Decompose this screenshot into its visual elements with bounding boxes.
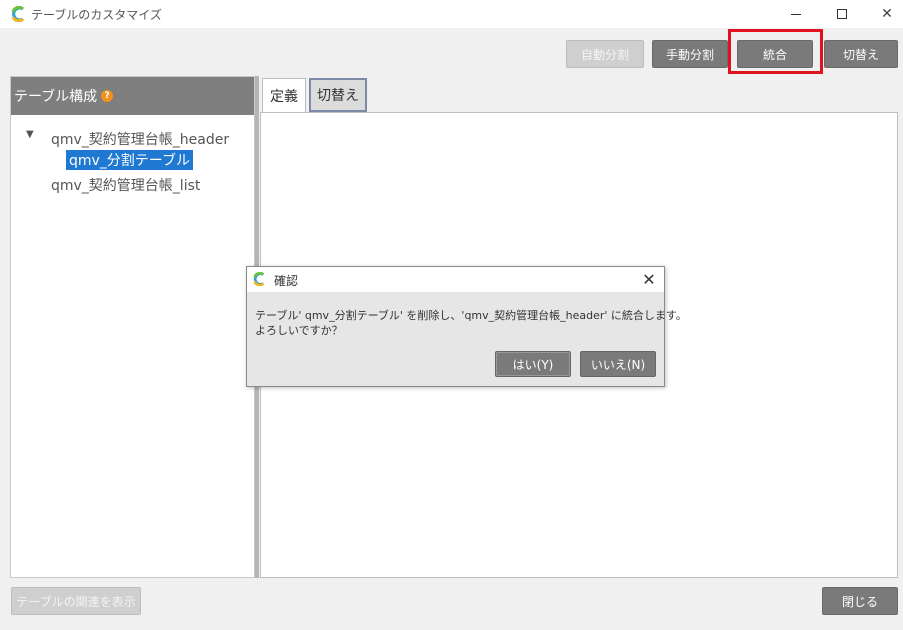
confirm-dialog: 確認 ✕ テーブル' qmv_分割テーブル' を削除し、'qmv_契約管理台帳_…	[246, 266, 687, 387]
tab-definition[interactable]: 定義	[262, 78, 306, 112]
tree-item-header[interactable]: qmv_契約管理台帳_header	[51, 129, 229, 149]
help-icon[interactable]: ?	[101, 90, 114, 102]
window-titlebar: テーブルのカスタマイズ ✕	[0, 0, 903, 28]
close-button[interactable]: 閉じる	[822, 587, 898, 615]
tree-item-list[interactable]: qmv_契約管理台帳_list	[51, 175, 200, 195]
dialog-message: テーブル' qmv_分割テーブル' を削除し、'qmv_契約管理台帳_heade…	[255, 308, 687, 338]
tree-item-split-table[interactable]: qmv_分割テーブル	[66, 150, 193, 170]
table-structure-label: テーブル構成	[14, 89, 98, 105]
tab-switch[interactable]: 切替え	[309, 78, 367, 112]
dialog-close-button[interactable]: ✕	[634, 267, 664, 292]
table-structure-panel: テーブル構成 ? ▼ qmv_契約管理台帳_header qmv_分割テーブル …	[10, 76, 255, 578]
minimize-button[interactable]	[773, 0, 819, 28]
show-relations-button[interactable]: テーブルの関連を表示	[11, 587, 141, 615]
table-structure-header: テーブル構成 ?	[11, 77, 254, 115]
dialog-message-line1: テーブル' qmv_分割テーブル' を削除し、'qmv_契約管理台帳_heade…	[255, 309, 687, 322]
maximize-icon	[837, 9, 847, 19]
app-logo-icon	[11, 6, 25, 22]
auto-split-button[interactable]: 自動分割	[566, 40, 644, 68]
dialog-message-line2: よろしいですか？	[255, 324, 343, 337]
tree-expand-icon[interactable]: ▼	[26, 129, 34, 140]
dialog-yes-button[interactable]: はい(Y)	[495, 351, 571, 377]
switch-button[interactable]: 切替え	[824, 40, 898, 68]
window-title: テーブルのカスタマイズ	[31, 8, 162, 22]
app-logo-icon	[253, 272, 265, 286]
dialog-no-button[interactable]: いいえ(N)	[580, 351, 656, 377]
close-icon: ✕	[881, 6, 893, 22]
minimize-icon	[791, 13, 801, 15]
dialog-title: 確認	[274, 274, 299, 288]
close-icon: ✕	[642, 270, 656, 289]
manual-split-button[interactable]: 手動分割	[652, 40, 728, 68]
dialog-titlebar: 確認 ✕	[247, 267, 664, 292]
maximize-button[interactable]	[819, 0, 865, 28]
window-close-button[interactable]: ✕	[864, 0, 903, 28]
merge-highlight-box	[728, 29, 823, 74]
